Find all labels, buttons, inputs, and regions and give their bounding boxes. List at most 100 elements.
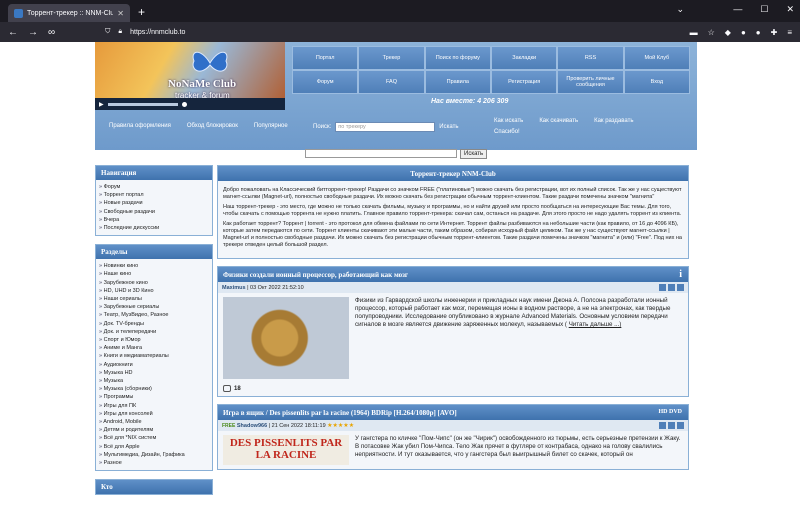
menu-item[interactable]: Закладки bbox=[491, 46, 558, 70]
read-more-link[interactable]: Читать дальше ...) bbox=[569, 321, 622, 328]
section-item[interactable]: Всё для *NIX систем bbox=[99, 434, 209, 442]
section-item[interactable]: Игры для консолей bbox=[99, 410, 209, 418]
share-icon-1[interactable] bbox=[659, 284, 666, 291]
shield-extension-icon[interactable]: ◆ bbox=[725, 28, 731, 37]
menu-item[interactable]: Форум bbox=[292, 70, 359, 94]
section-item[interactable]: Новинки кино bbox=[99, 262, 209, 270]
menu-icon[interactable]: ≡ bbox=[787, 28, 792, 37]
window-controls: ⌄ — ☐ ✕ bbox=[676, 4, 794, 15]
section-item[interactable]: Android, Mobile bbox=[99, 418, 209, 426]
menu-item[interactable]: Проверить личные сообщения bbox=[557, 70, 624, 94]
global-search-input[interactable] bbox=[305, 149, 457, 158]
section-item[interactable]: Книги и медиаматериалы bbox=[99, 352, 209, 360]
post-comments[interactable]: 18 bbox=[218, 383, 688, 396]
browser-tab[interactable]: Торрент-трекер :: NNM-Club ✕ bbox=[8, 4, 130, 22]
back-arrow-icon[interactable]: ← bbox=[8, 27, 18, 38]
audio-player[interactable]: ▶ bbox=[95, 98, 285, 110]
share-icon-3[interactable] bbox=[677, 284, 684, 291]
minimize-button[interactable]: — bbox=[733, 4, 742, 15]
share-icon-2[interactable] bbox=[668, 284, 675, 291]
nav-item[interactable]: Вчера bbox=[99, 216, 209, 224]
player-progress[interactable] bbox=[107, 102, 178, 106]
release-author[interactable]: Shadow966 bbox=[237, 423, 267, 429]
release-share-icon-1[interactable] bbox=[659, 422, 666, 429]
menu-item[interactable]: Мой Клуб bbox=[623, 46, 690, 70]
menu-item[interactable]: Вход bbox=[623, 70, 690, 94]
tracker-search-button[interactable]: Искать bbox=[439, 124, 458, 130]
subnav-link[interactable]: Популярное bbox=[254, 123, 288, 129]
release-title[interactable]: Игра в ящик / Des pissenlits par la raci… bbox=[218, 405, 688, 420]
section-item[interactable]: Всё для Apple bbox=[99, 443, 209, 451]
free-badge: FREE bbox=[222, 422, 236, 429]
sections-box-title: Разделы bbox=[96, 245, 212, 260]
section-item[interactable]: Аудиокниги bbox=[99, 361, 209, 369]
menu-item[interactable]: Портал bbox=[292, 46, 359, 70]
tab-close-icon[interactable]: ✕ bbox=[117, 9, 124, 18]
sidebar: Навигация ФорумТоррент порталНовые разда… bbox=[95, 165, 213, 503]
extension-icon[interactable]: ● bbox=[741, 28, 746, 37]
release-share-icon-3[interactable] bbox=[677, 422, 684, 429]
bookmark-star-icon[interactable]: ☆ bbox=[708, 28, 715, 37]
section-item[interactable]: Зарубежные сериалы bbox=[99, 303, 209, 311]
url-text[interactable]: https://nnmclub.to bbox=[130, 29, 185, 36]
help-link[interactable]: Спасибо! bbox=[494, 129, 523, 135]
help-links: Как искать Как скачивать Как раздавать Спас… bbox=[494, 118, 633, 135]
section-item[interactable]: HD, UHD и 3D Кино bbox=[99, 287, 209, 295]
subnav-link[interactable]: Правила оформления bbox=[109, 123, 171, 129]
post-author[interactable]: Maximus bbox=[222, 285, 246, 291]
section-item[interactable]: Мультимедиа, Дизайн, Графика bbox=[99, 451, 209, 459]
forward-arrow-icon[interactable]: → bbox=[28, 27, 38, 38]
menu-item[interactable]: Регистрация bbox=[491, 70, 558, 94]
mask-icon[interactable]: ∞ bbox=[48, 27, 55, 38]
nav-item[interactable]: Последние дискуссии bbox=[99, 224, 209, 232]
post-title[interactable]: Физики создали ионный процессор, работаю… bbox=[218, 267, 688, 282]
nav-item[interactable]: Торрент портал bbox=[99, 191, 209, 199]
tab-list-chevron-icon[interactable]: ⌄ bbox=[676, 4, 684, 15]
shield-icon[interactable]: ⛉ bbox=[105, 28, 110, 36]
section-item[interactable]: Программы bbox=[99, 393, 209, 401]
section-item[interactable]: Театр, МузВидео, Разное bbox=[99, 311, 209, 319]
section-item[interactable]: Наши сериалы bbox=[99, 295, 209, 303]
puzzle-icon[interactable]: ✚ bbox=[771, 28, 778, 37]
section-item[interactable]: Док. и телепередачи bbox=[99, 328, 209, 336]
section-item[interactable]: Док. TV-бренды bbox=[99, 320, 209, 328]
section-item[interactable]: Наше кино bbox=[99, 270, 209, 278]
release-text: У гангстера по кличке "Пом-Чипс" (он же … bbox=[355, 435, 681, 458]
flag-icon[interactable]: ▬ bbox=[690, 28, 698, 37]
subnav-link[interactable]: Обход блокировок bbox=[187, 123, 238, 129]
new-tab-button[interactable]: + bbox=[138, 5, 145, 19]
menu-item[interactable]: FAQ bbox=[358, 70, 425, 94]
global-search-button[interactable]: Искать bbox=[460, 149, 488, 159]
post-title-text[interactable]: Физики создали ионный процессор, работаю… bbox=[223, 271, 408, 279]
help-link[interactable]: Как искать bbox=[494, 118, 523, 124]
section-item[interactable]: Игры для ПК bbox=[99, 402, 209, 410]
menu-item[interactable]: Правила bbox=[424, 70, 491, 94]
section-item[interactable]: Детям и родителям bbox=[99, 426, 209, 434]
nav-item[interactable]: Свободные раздачи bbox=[99, 208, 209, 216]
nav-item[interactable]: Форум bbox=[99, 183, 209, 191]
menu-item[interactable]: Трекер bbox=[358, 46, 425, 70]
nav-item[interactable]: Новые раздачи bbox=[99, 199, 209, 207]
section-item[interactable]: Музыка HD bbox=[99, 369, 209, 377]
section-item[interactable]: Зарубежное кино bbox=[99, 279, 209, 287]
maximize-button[interactable]: ☐ bbox=[760, 4, 768, 15]
menu-item[interactable]: RSS bbox=[557, 46, 624, 70]
tracker-search-input[interactable]: по трекеру bbox=[335, 122, 436, 132]
section-item[interactable]: Аниме и Манга bbox=[99, 344, 209, 352]
section-item[interactable]: Разное bbox=[99, 459, 209, 467]
info-icon: i bbox=[679, 269, 682, 280]
release-title-text[interactable]: Игра в ящик / Des pissenlits par la raci… bbox=[223, 409, 457, 417]
section-item[interactable]: Музыка (сборники) bbox=[99, 385, 209, 393]
help-link[interactable]: Как скачивать bbox=[539, 118, 578, 124]
global-search: Искать bbox=[305, 149, 488, 159]
address-bar[interactable]: ⛉ 🔒︎ https://nnmclub.to bbox=[105, 28, 679, 36]
release-share-icon-2[interactable] bbox=[668, 422, 675, 429]
play-icon[interactable]: ▶ bbox=[99, 101, 104, 108]
window-close-button[interactable]: ✕ bbox=[786, 4, 794, 15]
player-volume-knob[interactable] bbox=[181, 101, 187, 107]
section-item[interactable]: Спорт и Юмор bbox=[99, 336, 209, 344]
menu-item[interactable]: Поиск по форуму bbox=[424, 46, 491, 70]
section-item[interactable]: Музыка bbox=[99, 377, 209, 385]
extension-icon-2[interactable]: ● bbox=[756, 28, 761, 37]
help-link[interactable]: Как раздавать bbox=[594, 118, 633, 124]
